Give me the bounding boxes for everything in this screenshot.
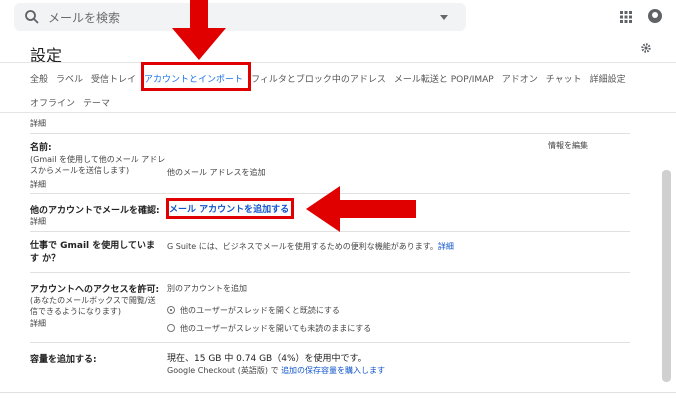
name-label: 名前: xyxy=(30,143,52,153)
radio-keep-unread[interactable] xyxy=(167,324,175,332)
divider xyxy=(0,392,676,393)
divider xyxy=(0,112,676,113)
row-divider xyxy=(30,133,630,134)
tab-filters[interactable]: フィルタとブロック中のアドレス xyxy=(251,75,386,85)
search-icon[interactable] xyxy=(24,9,40,25)
scrollbar[interactable] xyxy=(662,170,671,382)
divider xyxy=(0,62,676,63)
edit-info-link[interactable]: 情報を編集 xyxy=(548,140,588,151)
red-arrow-left-icon xyxy=(306,186,416,232)
buy-storage-link[interactable]: 追加の保存容量を購入します xyxy=(281,366,385,375)
name-description: (Gmail を使用して他のメール アドレスからメールを送信します) xyxy=(30,155,166,175)
add-other-account-link[interactable]: 別のアカウントを追加 xyxy=(167,283,247,294)
tab-forwarding[interactable]: メール転送と POP/IMAP xyxy=(394,75,494,85)
grant-access-description: (あなたのメールボックスで閲覧/送信できるようになります) xyxy=(30,296,156,316)
highlight-box-tab xyxy=(141,62,251,91)
name-detail-link[interactable]: 詳細 xyxy=(30,179,46,190)
radio-mark-read[interactable] xyxy=(167,306,175,314)
settings-tabs-row2: オフライン テーマ xyxy=(30,96,118,109)
tab-inbox[interactable]: 受信トレイ xyxy=(91,75,136,85)
keep-unread-option-label[interactable]: 他のユーザーがスレッドを開いても未読のままにする xyxy=(180,323,371,334)
grant-access-detail-link[interactable]: 詳細 xyxy=(30,318,46,329)
apps-grid-icon[interactable] xyxy=(620,11,632,23)
row-divider xyxy=(30,272,630,273)
tab-general[interactable]: 全般 xyxy=(30,75,48,85)
detail-link[interactable]: 詳細 xyxy=(30,118,46,129)
tab-addons[interactable]: アドオン xyxy=(502,75,538,85)
search-box[interactable]: メールを検索 xyxy=(14,3,466,31)
storage-usage-text: 現在、15 GB 中 0.74 GB（4%）を使用中です。 xyxy=(167,354,367,364)
add-other-address-link[interactable]: 他のメール アドレスを追加 xyxy=(167,167,266,178)
mark-read-option-label[interactable]: 他のユーザーがスレッドを開くと既読にする xyxy=(180,305,340,316)
tab-themes[interactable]: テーマ xyxy=(83,99,110,109)
grant-access-label: アカウントへのアクセスを許可: xyxy=(30,285,160,295)
search-options-chevron-icon[interactable] xyxy=(440,15,448,20)
gsuite-text: G Suite には、ビジネスでメールを使用するための便利な機能があります。 xyxy=(167,242,438,251)
account-circle-icon[interactable] xyxy=(648,9,662,23)
checkout-text: Google Checkout (英語版) で xyxy=(167,366,279,375)
settings-tabs: 全般 ラベル 受信トレイ アカウントとインポート フィルタとブロック中のアドレス メール転… xyxy=(30,72,634,88)
highlight-box-add-account xyxy=(166,198,294,219)
tab-labels[interactable]: ラベル xyxy=(56,75,83,85)
gsuite-detail-link[interactable]: 詳細 xyxy=(438,242,454,251)
tab-advanced[interactable]: 詳細設定 xyxy=(590,75,626,85)
storage-label: 容量を追加する: xyxy=(30,355,97,365)
top-bar: メールを検索 xyxy=(0,0,676,34)
row-divider xyxy=(30,342,630,343)
tab-offline[interactable]: オフライン xyxy=(30,99,75,109)
search-input[interactable]: メールを検索 xyxy=(48,9,120,26)
gear-icon[interactable] xyxy=(640,42,652,54)
red-arrow-down-icon xyxy=(172,0,226,60)
work-label: 仕事で Gmail を使用しています か？ xyxy=(30,241,156,264)
tab-chat[interactable]: チャット xyxy=(546,75,582,85)
check-other-detail-link[interactable]: 詳細 xyxy=(30,216,46,227)
check-other-label: 他のアカウントでメールを確認: xyxy=(30,206,160,216)
